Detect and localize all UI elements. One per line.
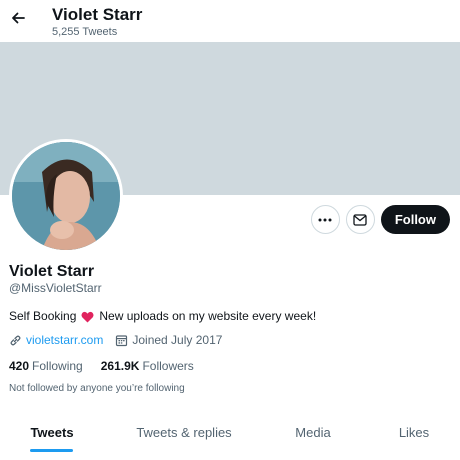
- followers-stat[interactable]: 261.9K Followers: [101, 359, 194, 374]
- followers-count: 261.9K: [100, 359, 140, 373]
- tab-tweets[interactable]: Tweets: [0, 412, 104, 452]
- bio-text-end: New uploads on my website every week!: [99, 309, 317, 323]
- profile-tabs: Tweets Tweets & replies Media Likes: [0, 412, 460, 452]
- avatar[interactable]: [9, 139, 123, 253]
- following-count: 420: [9, 359, 30, 373]
- tab-label: Media: [295, 424, 331, 440]
- active-tab-indicator: [30, 449, 73, 452]
- profile-bio: Self Booking New uploads on my website e…: [9, 309, 316, 324]
- profile-display-name: Violet Starr: [9, 263, 95, 280]
- profile-header: Violet Starr 5,255 Tweets: [0, 0, 460, 42]
- tab-label: Tweets: [30, 424, 74, 440]
- profile-actions: Follow: [310, 205, 450, 234]
- mail-icon: [353, 213, 367, 226]
- back-button[interactable]: [6, 6, 30, 30]
- more-icon: [318, 218, 332, 221]
- more-button[interactable]: [310, 205, 340, 234]
- following-stat[interactable]: 420 Following: [9, 359, 83, 374]
- link-icon: [9, 334, 22, 347]
- calendar-icon: [115, 334, 128, 347]
- tab-label: Likes: [398, 424, 430, 440]
- header-tweet-count: 5,255 Tweets: [52, 26, 118, 38]
- not-followed-notice: Not followed by anyone you’re following: [9, 383, 185, 394]
- tab-tweets-replies[interactable]: Tweets & replies: [118, 412, 250, 452]
- message-button[interactable]: [345, 205, 375, 234]
- following-label: Following: [32, 359, 83, 373]
- tab-media[interactable]: Media: [270, 412, 356, 452]
- bio-text-start: Self Booking: [9, 309, 77, 323]
- profile-meta: violetstarr.com Joined July 2017: [9, 333, 222, 348]
- joined-date: Joined July 2017: [115, 333, 222, 348]
- header-title: Violet Starr: [52, 5, 143, 24]
- profile-handle: @MissVioletStarr: [9, 281, 102, 295]
- follow-button[interactable]: Follow: [380, 205, 450, 234]
- heart-icon: [81, 311, 94, 323]
- tab-label: Tweets & replies: [136, 424, 232, 440]
- profile-website-link[interactable]: violetstarr.com: [26, 333, 103, 348]
- followers-label: Followers: [142, 359, 194, 373]
- tab-likes[interactable]: Likes: [372, 412, 456, 452]
- profile-stats: 420 Following 261.9K Followers: [9, 359, 194, 374]
- back-arrow-icon: [12, 12, 25, 24]
- joined-text: Joined July 2017: [132, 333, 223, 347]
